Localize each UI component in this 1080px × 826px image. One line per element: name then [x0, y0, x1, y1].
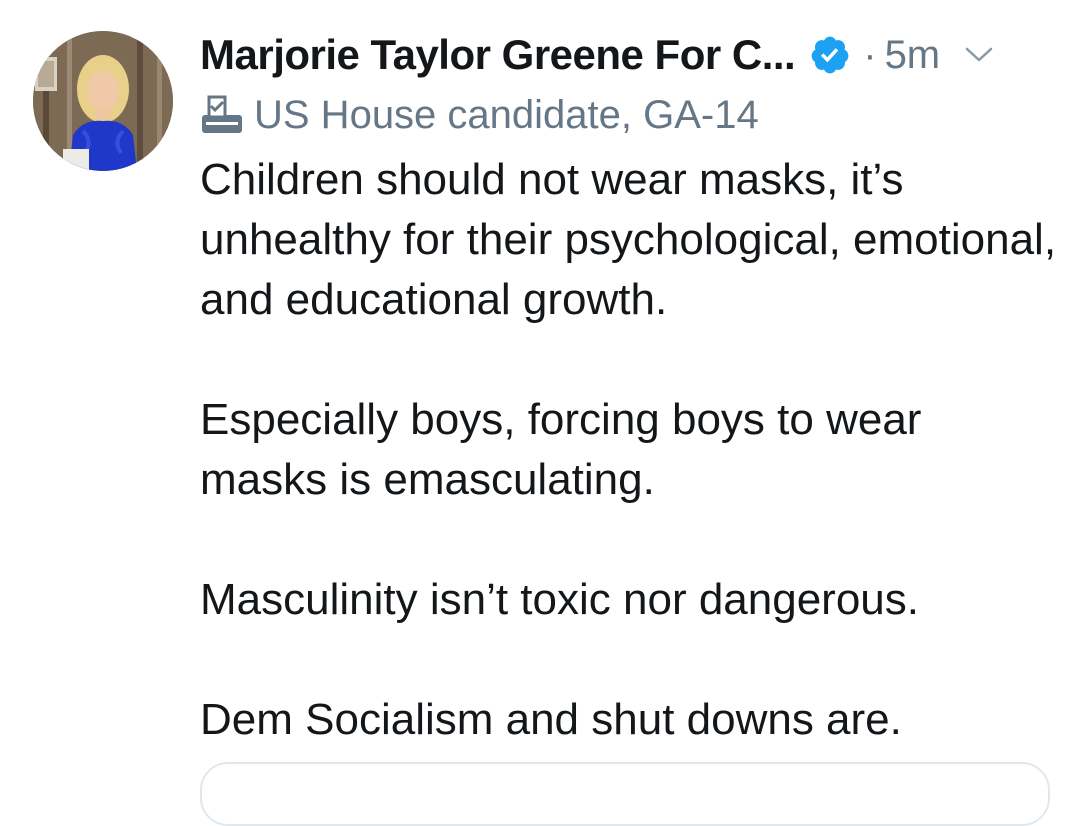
account-label-text[interactable]: US House candidate, GA-14	[254, 93, 759, 138]
tweet-paragraph: Children should not wear masks, it’s unh…	[200, 155, 1057, 324]
chevron-down-icon[interactable]	[964, 45, 994, 65]
avatar[interactable]	[33, 31, 173, 171]
separator-dot: ·	[863, 32, 877, 77]
timestamp[interactable]: 5m	[885, 33, 941, 78]
tweet-header: Marjorie Taylor Greene For C... · 5m	[200, 30, 1050, 80]
verified-badge-icon	[811, 36, 849, 74]
tweet-paragraph: Masculinity isn’t toxic nor dangerous.	[200, 575, 919, 624]
account-label: US House candidate, GA-14	[200, 90, 759, 140]
tweet-text: Children should not wear masks, it’s unh…	[200, 150, 1060, 750]
ballot-box-icon	[202, 95, 242, 133]
author-name[interactable]: Marjorie Taylor Greene For C...	[200, 31, 796, 79]
tweet-paragraph: Especially boys, forcing boys to wear ma…	[200, 395, 922, 504]
quoted-card[interactable]	[200, 762, 1050, 826]
tweet-paragraph: Dem Socialism and shut downs are.	[200, 695, 902, 744]
